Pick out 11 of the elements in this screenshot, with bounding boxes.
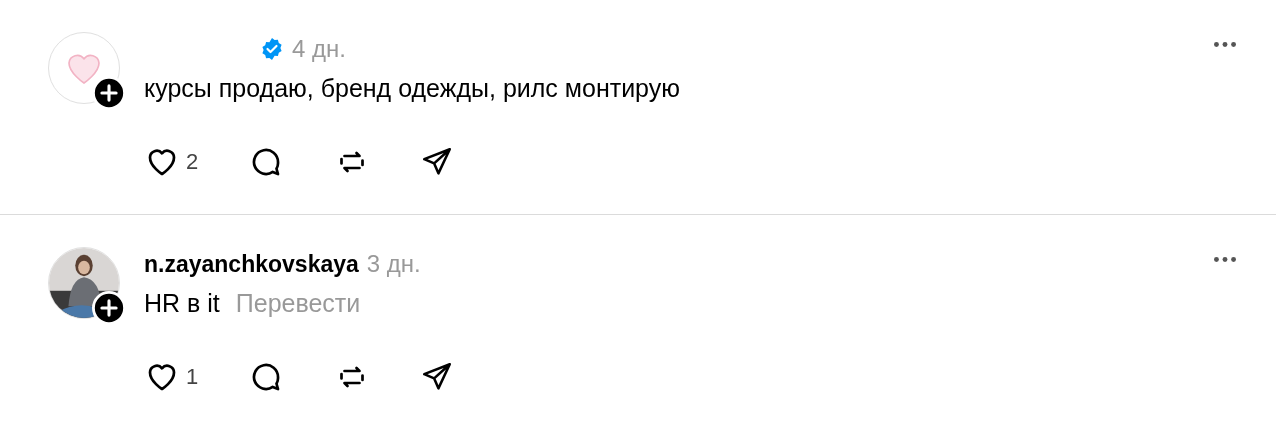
more-icon: [1214, 257, 1236, 263]
follow-plus-icon: [92, 76, 126, 110]
follow-plus-icon: [92, 291, 126, 325]
more-icon: [1214, 42, 1236, 48]
like-button[interactable]: 1: [144, 358, 199, 395]
post-text: курсы продаю, бренд одежды, рилс монтирую: [144, 73, 680, 104]
post-time: 4 дн.: [292, 34, 346, 64]
username[interactable]: n.zayanchkovskaya: [144, 246, 359, 282]
like-button[interactable]: 2: [144, 143, 199, 180]
post-time: 3 дн.: [366, 249, 421, 279]
post-text: HR в it: [144, 288, 220, 319]
